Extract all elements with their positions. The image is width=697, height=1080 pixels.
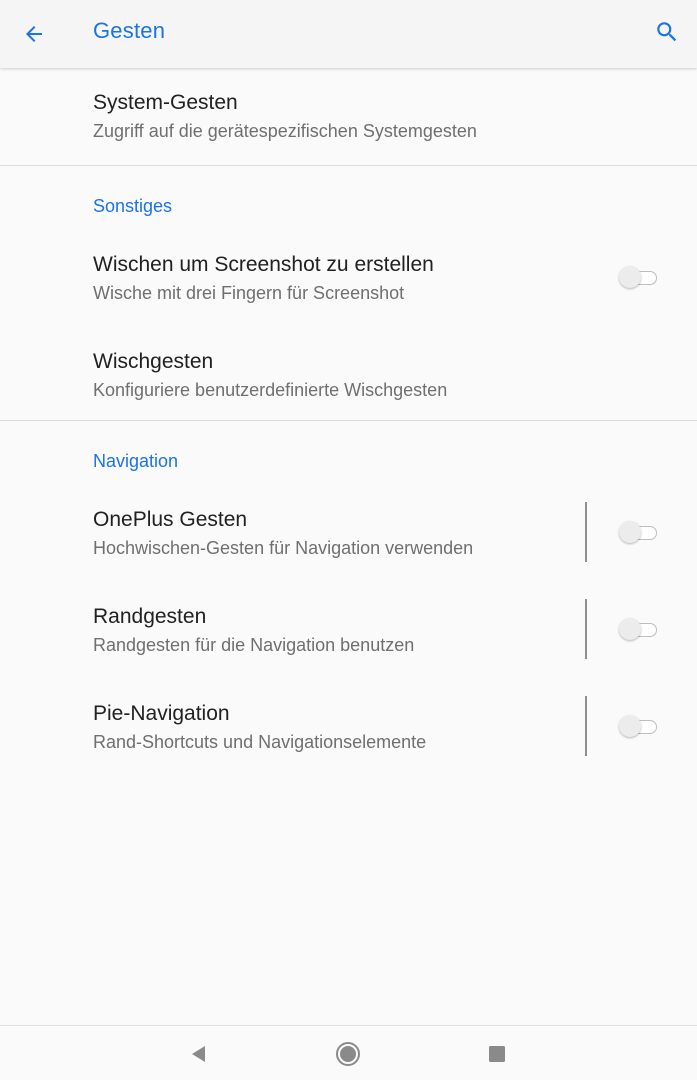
randgesten-toggle[interactable] bbox=[619, 617, 657, 641]
item-subtitle: Rand-Shortcuts und Navigationselemente bbox=[93, 732, 427, 752]
section-header-sonstiges: Sonstiges bbox=[93, 196, 173, 216]
item-subtitle: Randgesten für die Navigation benutzen bbox=[93, 635, 415, 655]
back-button[interactable] bbox=[14, 14, 54, 54]
item-title: Wischgesten bbox=[93, 350, 214, 373]
system-nav-bar bbox=[0, 1025, 697, 1080]
section-header-navigation: Navigation bbox=[93, 451, 179, 471]
list-item-system-gesten[interactable]: System-Gesten Zugriff auf die gerätespez… bbox=[0, 68, 697, 165]
toggle-thumb bbox=[619, 715, 641, 737]
toggle-thumb bbox=[619, 618, 641, 640]
item-title: Pie-Navigation bbox=[93, 702, 230, 725]
item-title: Wischen um Screenshot zu erstellen bbox=[93, 253, 434, 276]
item-separator bbox=[585, 502, 587, 562]
list-item-screenshot-swipe[interactable]: Wischen um Screenshot zu erstellen Wisch… bbox=[0, 224, 697, 321]
item-subtitle: Hochwischen-Gesten für Navigation verwen… bbox=[93, 538, 474, 558]
toggle-thumb bbox=[619, 266, 641, 288]
nav-back-button[interactable] bbox=[181, 1036, 217, 1072]
item-subtitle: Zugriff auf die gerätespezifischen Syste… bbox=[93, 121, 477, 141]
item-separator bbox=[585, 599, 587, 659]
item-title: System-Gesten bbox=[93, 91, 238, 114]
nav-home-circle-icon bbox=[336, 1042, 360, 1066]
item-title: Randgesten bbox=[93, 605, 207, 628]
settings-screen: Gesten System-Gesten Zugriff auf die ger… bbox=[0, 0, 697, 1080]
oneplus-gesten-toggle[interactable] bbox=[619, 520, 657, 544]
settings-list: System-Gesten Zugriff auf die gerätespez… bbox=[0, 68, 697, 770]
item-title: OnePlus Gesten bbox=[93, 508, 248, 531]
app-bar: Gesten bbox=[0, 0, 697, 68]
nav-home-button[interactable] bbox=[330, 1036, 366, 1072]
item-subtitle: Wische mit drei Fingern für Screenshot bbox=[93, 283, 405, 303]
list-item-pie-navigation[interactable]: Pie-Navigation Rand-Shortcuts und Naviga… bbox=[0, 673, 697, 770]
list-item-oneplus-gesten[interactable]: OnePlus Gesten Hochwischen-Gesten für Na… bbox=[0, 479, 697, 576]
list-item-wischgesten[interactable]: Wischgesten Konfiguriere benutzerdefinie… bbox=[0, 321, 697, 420]
item-subtitle: Konfiguriere benutzerdefinierte Wischges… bbox=[93, 380, 448, 400]
item-separator bbox=[585, 696, 587, 756]
toggle-thumb bbox=[619, 521, 641, 543]
list-item-randgesten[interactable]: Randgesten Randgesten für die Navigation… bbox=[0, 576, 697, 673]
screenshot-swipe-toggle[interactable] bbox=[619, 265, 657, 289]
page-title: Gesten bbox=[93, 18, 166, 43]
nav-back-triangle-icon bbox=[192, 1046, 205, 1062]
pie-navigation-toggle[interactable] bbox=[619, 714, 657, 738]
search-icon bbox=[657, 22, 677, 42]
nav-recents-square-icon bbox=[489, 1046, 505, 1062]
nav-recents-button[interactable] bbox=[479, 1036, 515, 1072]
search-button[interactable] bbox=[647, 12, 687, 52]
arrow-left-icon bbox=[26, 26, 42, 42]
